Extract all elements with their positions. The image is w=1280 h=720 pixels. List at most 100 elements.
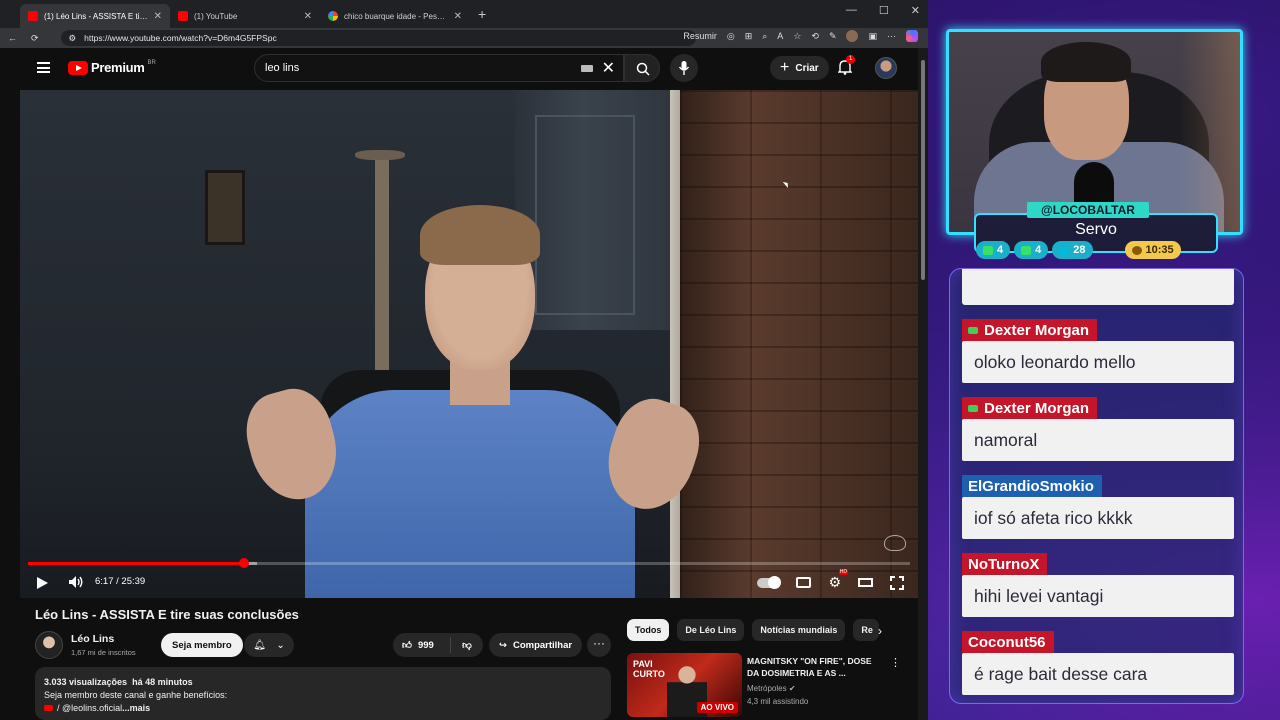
favorite-icon[interactable]: ☆ <box>793 31 801 42</box>
channel-name[interactable]: Léo Lins <box>71 633 114 645</box>
youtube-icon <box>178 11 188 21</box>
time-display: 6:17 / 25:39 <box>95 576 146 587</box>
chat-username-text: Dexter Morgan <box>984 321 1090 339</box>
search-input[interactable]: leo lins ✕ <box>254 54 624 82</box>
scrollbar-thumb[interactable] <box>921 60 925 280</box>
description-box[interactable]: 3.033 visualizações há 48 minutos Seja m… <box>35 667 611 720</box>
profile-icon[interactable] <box>846 30 859 42</box>
close-tab-icon[interactable]: ✕ <box>304 11 312 22</box>
recommendation-channel[interactable]: Metrópoles ✔ <box>747 684 796 693</box>
channel-avatar[interactable] <box>35 631 63 659</box>
close-window-icon[interactable]: ✕ <box>911 4 920 17</box>
video-picture-frame <box>205 170 245 245</box>
more-icon[interactable]: ··· <box>887 31 896 41</box>
chat-message-text: oloko leonardo mello <box>962 341 1234 383</box>
translate-icon[interactable]: A <box>777 31 783 41</box>
summarize-button[interactable]: Resumir <box>683 31 717 41</box>
kebab-menu-icon[interactable]: ⋮ <box>890 656 901 669</box>
url-field[interactable]: ⚙ https://www.youtube.com/watch?v=D6m4G5… <box>60 30 696 46</box>
show-more-link[interactable]: ...mais <box>122 703 150 713</box>
reload-icon[interactable]: ⟳ <box>31 33 39 44</box>
search-button[interactable] <box>624 54 660 82</box>
youtube-count: 4 <box>1035 244 1042 256</box>
extension-icon[interactable]: ✎ <box>829 31 837 42</box>
youtube-icon <box>1021 245 1032 255</box>
streamer-role: Servo <box>1075 221 1117 238</box>
refresh-extension-icon[interactable]: ⟲ <box>811 31 819 42</box>
voice-search-button[interactable] <box>670 54 698 82</box>
chevron-right-icon[interactable]: › <box>878 624 882 638</box>
tab-google-search[interactable]: chico buarque idade - Pesquisa G ✕ <box>320 4 470 28</box>
recommendation-title[interactable]: MAGNITSKY "ON FIRE", DOSE DA DOSIMETRIA … <box>747 655 882 679</box>
create-button[interactable]: + Criar <box>770 56 829 80</box>
microphone-icon <box>678 61 690 75</box>
more-actions-button[interactable]: ··· <box>587 633 611 657</box>
chat-username-text: NoTurnoX <box>968 555 1040 573</box>
subscription-bell-button[interactable]: 🔔︎ ⌄ <box>244 633 294 657</box>
search-value: leo lins <box>265 62 300 74</box>
theater-mode-icon[interactable] <box>858 578 873 587</box>
youtube-logo[interactable]: Premium BR <box>68 60 156 75</box>
dislike-button[interactable]: 👎︎ <box>451 639 483 651</box>
description-meta: 3.033 visualizações há 48 minutos <box>44 676 602 689</box>
chat-username: Coconut56 <box>962 631 1054 653</box>
tab-title: (1) Léo Lins - ASSISTA E tire suas c <box>44 11 148 21</box>
zoom-icon[interactable]: ⌕ <box>762 31 767 42</box>
like-button[interactable]: 👍︎ 999 <box>393 637 451 653</box>
subtitles-icon[interactable] <box>796 577 812 588</box>
video-player[interactable]: 6:17 / 25:39 ⚙ HD <box>20 90 918 598</box>
apps-icon[interactable]: ⊞ <box>745 31 753 42</box>
description-link[interactable]: / @leolins.oficial <box>57 703 122 713</box>
join-button[interactable]: Seja membro <box>161 633 243 657</box>
settings-icon[interactable]: ⚙ HD <box>828 569 848 591</box>
chip-from-channel[interactable]: De Léo Lins <box>677 619 745 641</box>
copilot-icon[interactable] <box>906 30 918 42</box>
share-label: Compartilhar <box>512 639 573 651</box>
chat-username: ElGrandioSmokio <box>962 475 1102 497</box>
tab-youtube[interactable]: (1) YouTube ✕ <box>170 4 320 28</box>
coins-count: 28 <box>1073 244 1086 256</box>
chevron-down-icon: ⌄ <box>276 639 285 651</box>
coins-stat: 28 <box>1052 241 1093 259</box>
new-tab-icon[interactable]: + <box>478 6 486 22</box>
recommendation-thumbnail[interactable]: PAVI CURTO AO VIVO <box>627 653 742 717</box>
close-tab-icon[interactable]: ✕ <box>454 11 462 22</box>
autoplay-toggle[interactable] <box>757 575 782 589</box>
keyboard-icon[interactable] <box>581 65 593 72</box>
notifications-button[interactable]: 1 <box>837 55 856 80</box>
chip-world-news[interactable]: Notícias mundiais <box>752 619 846 641</box>
channel-watermark-icon[interactable] <box>884 535 906 551</box>
chat-stat: 4 <box>976 241 1011 259</box>
close-tab-icon[interactable]: ✕ <box>154 11 162 22</box>
menu-icon[interactable] <box>37 62 50 73</box>
chip-related[interactable]: Re <box>853 619 880 641</box>
back-icon[interactable]: ← <box>8 33 17 43</box>
fullscreen-icon[interactable] <box>890 575 904 590</box>
share-button[interactable]: ↪ Compartilhar <box>489 633 583 657</box>
progress-bar[interactable] <box>28 558 910 568</box>
google-icon <box>328 11 338 21</box>
tab-title: (1) YouTube <box>194 11 238 21</box>
clear-search-icon[interactable]: ✕ <box>602 58 615 78</box>
volume-icon[interactable] <box>68 575 84 589</box>
stream-stats: 4 4 28 10:35 <box>976 241 1181 259</box>
account-avatar[interactable] <box>875 57 897 79</box>
subscriber-count: 1,67 mi de inscritos <box>71 648 136 657</box>
chat-message: Dexter Morgan oloko leonardo mello <box>962 319 1234 383</box>
chat-username: Dexter Morgan <box>962 397 1098 419</box>
wallet-icon[interactable]: ▣ <box>868 31 877 42</box>
browser-window: (1) Léo Lins - ASSISTA E tire suas c ✕ (… <box>0 0 928 720</box>
view-count: 3.033 visualizações <box>44 677 128 687</box>
recommendation-chips: Todos De Léo Lins Notícias mundiais Re <box>627 619 880 641</box>
maximize-icon[interactable]: ☐ <box>879 4 889 17</box>
reader-icon[interactable]: ◎ <box>727 31 735 42</box>
play-icon[interactable] <box>37 577 48 589</box>
recommendation-channel-name: Metrópoles <box>747 684 787 693</box>
page-scrollbar[interactable] <box>918 48 928 720</box>
chip-all[interactable]: Todos <box>627 619 670 641</box>
bell-icon: 🔔︎ <box>253 639 266 651</box>
tab-video[interactable]: (1) Léo Lins - ASSISTA E tire suas c ✕ <box>20 4 170 28</box>
member-badge-icon <box>968 404 978 412</box>
minimize-icon[interactable]: — <box>846 4 857 17</box>
site-info-icon[interactable]: ⚙ <box>69 33 77 44</box>
